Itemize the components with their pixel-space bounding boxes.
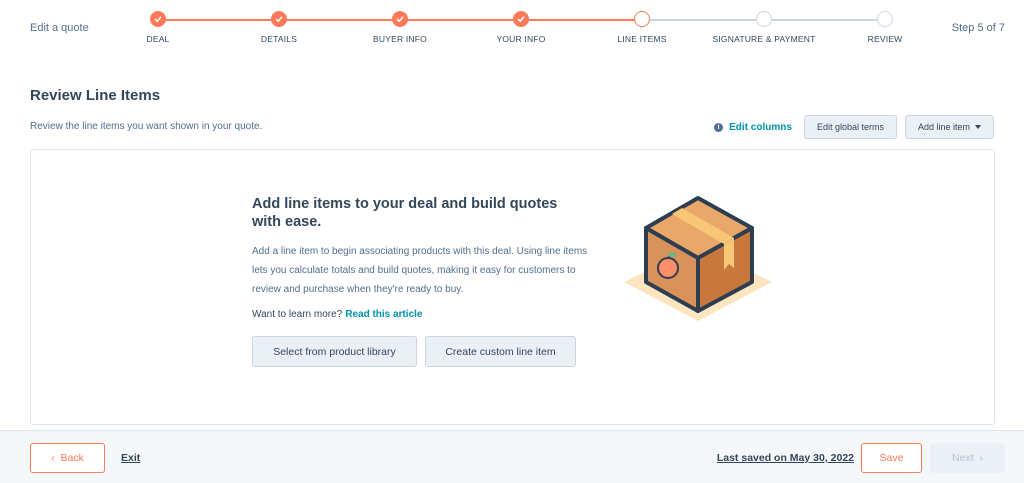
step-review[interactable]: REVIEW [825, 11, 945, 44]
line-items-empty-state: Add line items to your deal and build qu… [30, 149, 995, 425]
step-label: DETAILS [260, 34, 298, 44]
add-line-item-button[interactable]: Add line item [904, 115, 994, 139]
empty-state-description: Add a line item to begin associating pro… [252, 246, 588, 295]
step-buyer-info[interactable]: BUYER INFO [340, 11, 460, 44]
page-title: Review Line Items [30, 87, 161, 104]
quote-stepper-header: Edit a quote DEAL DETAILS BUYER INFO YOU… [0, 0, 1024, 58]
step-label: SIGNATURE & PAYMENT [712, 34, 816, 44]
check-icon [513, 11, 529, 27]
check-icon [271, 11, 287, 27]
step-counter: Step 5 of 7 [951, 22, 1005, 34]
select-product-library-button[interactable]: Select from product library [252, 336, 417, 367]
page-subtitle: Review the line items you want shown in … [30, 121, 263, 132]
package-box-illustration [624, 196, 772, 321]
caret-down-icon [975, 125, 981, 129]
step-label: DEAL [146, 34, 170, 44]
back-button[interactable]: ‹ Back [30, 443, 105, 473]
step-label: REVIEW [867, 34, 903, 44]
step-details[interactable]: DETAILS [219, 11, 339, 44]
create-custom-line-item-button[interactable]: Create custom line item [425, 336, 576, 367]
step-line-items[interactable]: LINE ITEMS [582, 11, 702, 44]
check-icon [150, 11, 166, 27]
last-saved-link[interactable]: Last saved on May 30, 2022 [717, 452, 854, 464]
learn-more-text: Want to learn more? Read this article [252, 309, 423, 320]
add-line-item-label: Add line item [917, 122, 970, 132]
pending-step-icon [877, 11, 893, 27]
chevron-left-icon: ‹ [51, 452, 55, 464]
current-step-icon [634, 11, 650, 27]
check-icon [392, 11, 408, 27]
back-label: Back [60, 452, 84, 464]
step-signature-payment[interactable]: SIGNATURE & PAYMENT [704, 11, 824, 44]
exit-link[interactable]: Exit [121, 452, 140, 464]
footer-bar: ‹ Back Exit Last saved on May 30, 2022 S… [0, 430, 1024, 483]
edit-columns-label: Edit columns [729, 121, 792, 133]
step-deal[interactable]: DEAL [98, 11, 218, 44]
step-your-info[interactable]: YOUR INFO [461, 11, 581, 44]
save-button[interactable]: Save [861, 443, 922, 473]
step-label: BUYER INFO [373, 34, 427, 44]
page-context-label: Edit a quote [30, 22, 89, 34]
line-items-toolbar: i Edit columns Edit global terms Add lin… [714, 115, 994, 139]
pending-step-icon [756, 11, 772, 27]
edit-columns-link[interactable]: i Edit columns [714, 122, 792, 133]
next-button[interactable]: Next › [930, 443, 1005, 473]
empty-state-title: Add line items to your deal and build qu… [252, 196, 558, 230]
next-label: Next [952, 452, 974, 464]
edit-global-terms-button[interactable]: Edit global terms [803, 115, 897, 139]
info-icon: i [714, 122, 724, 132]
chevron-right-icon: › [979, 452, 983, 464]
read-article-link[interactable]: Read this article [345, 309, 422, 320]
step-label: YOUR INFO [496, 34, 546, 44]
learn-more-prefix: Want to learn more? [252, 309, 343, 320]
step-label: LINE ITEMS [617, 34, 667, 44]
